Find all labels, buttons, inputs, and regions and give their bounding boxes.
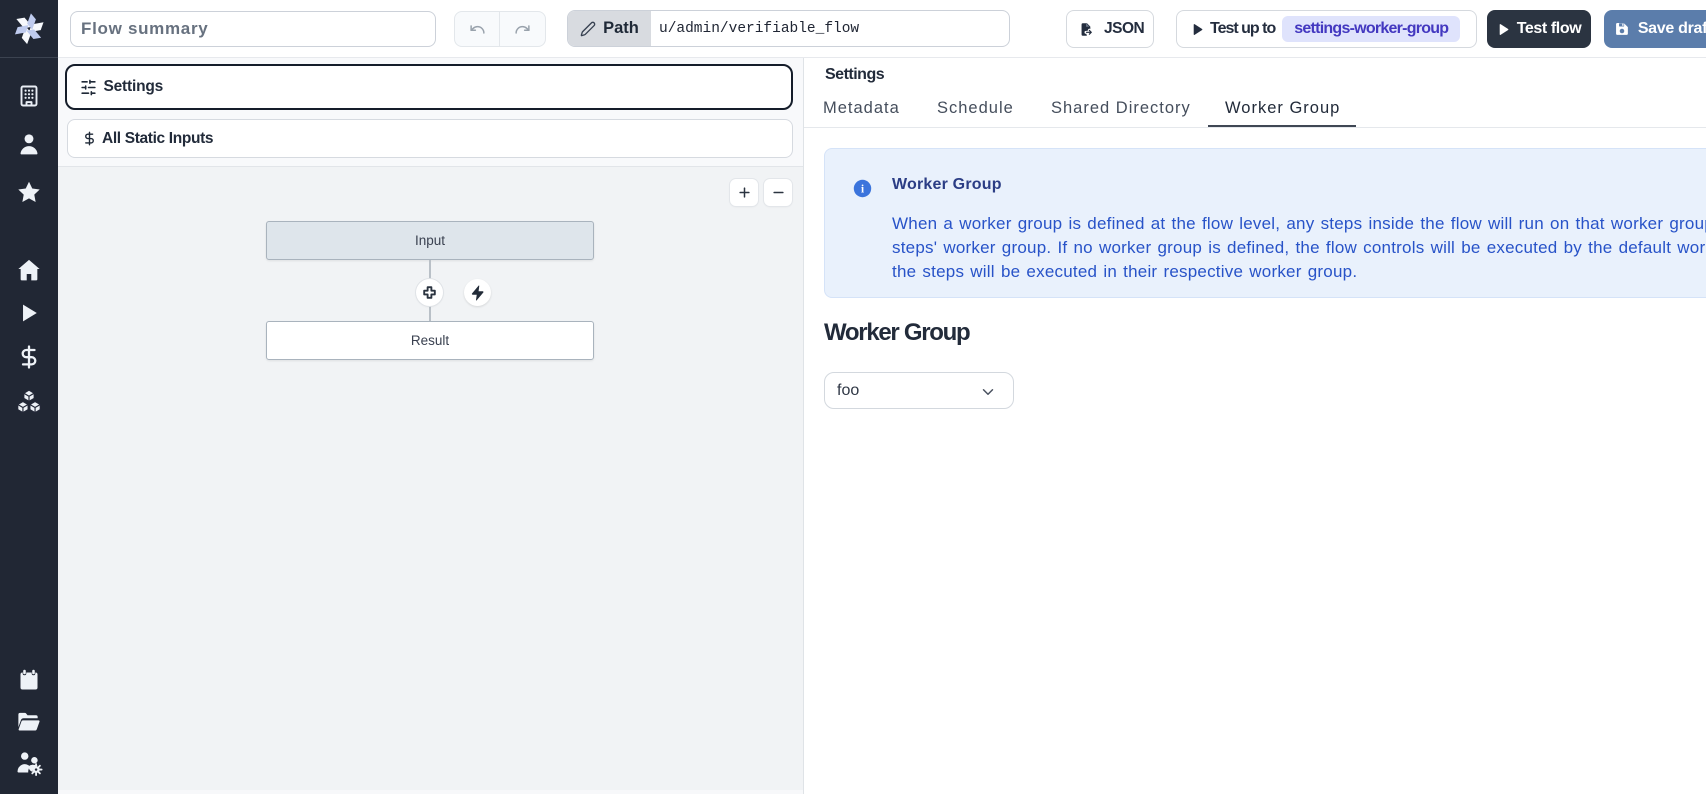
svg-text:i: i (861, 183, 864, 195)
